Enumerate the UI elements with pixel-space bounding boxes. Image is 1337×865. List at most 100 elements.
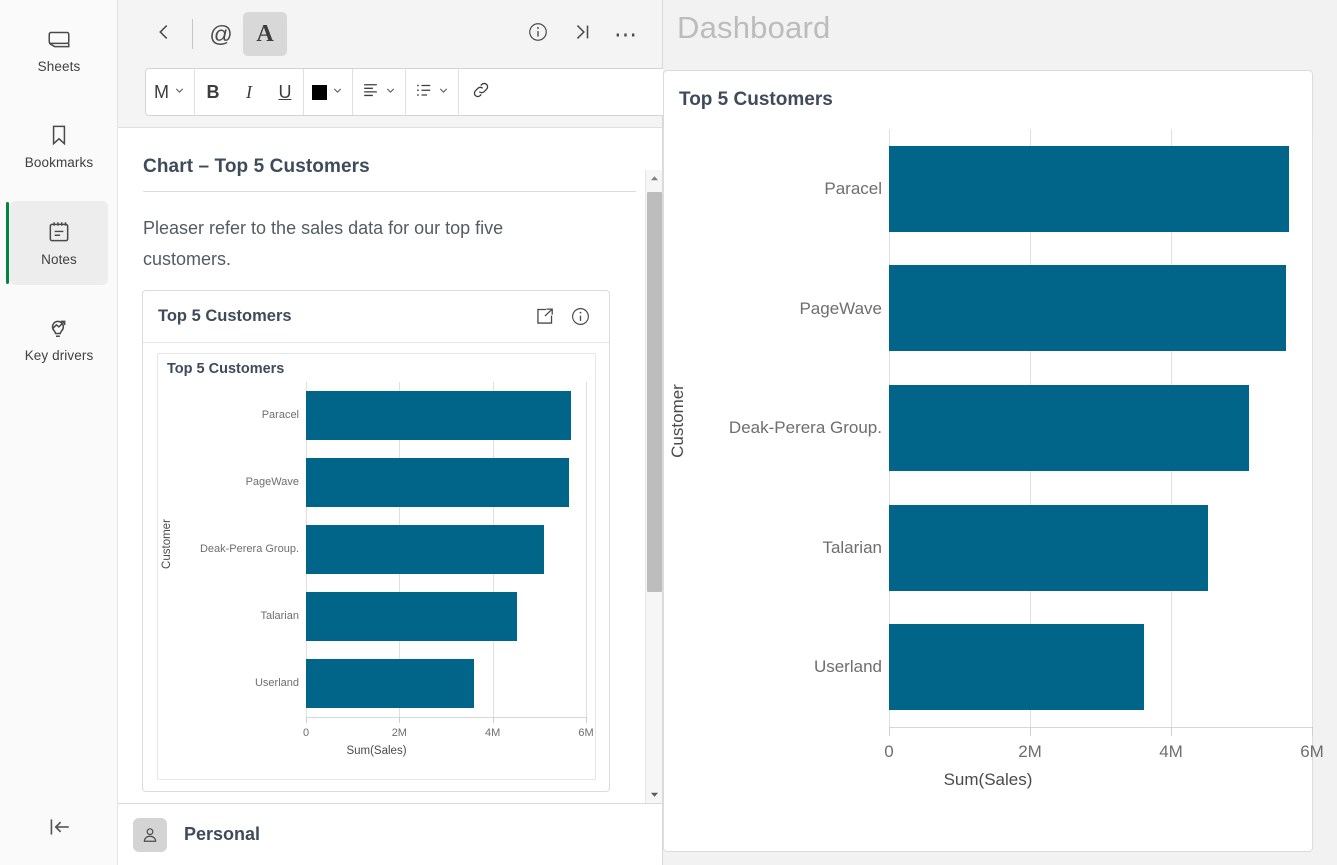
chevron-down-icon bbox=[173, 84, 186, 100]
collapse-right-button[interactable] bbox=[560, 12, 604, 56]
sidebar-item-label: Bookmarks bbox=[24, 155, 94, 170]
text-style-group: B I U bbox=[195, 69, 304, 115]
sidebar-item-label: Notes bbox=[41, 252, 77, 267]
x-tick-mark bbox=[1312, 727, 1313, 736]
collapse-panel-button[interactable] bbox=[10, 807, 108, 851]
category-label: Userland bbox=[254, 677, 299, 690]
dashboard-chart-card[interactable]: Top 5 Customers Paracel PageWave Deak-Pere… bbox=[663, 70, 1324, 852]
underline-label: U bbox=[278, 81, 292, 102]
toolbar-divider bbox=[192, 19, 193, 49]
notes-toolbar-primary-row: @ A ⋯ bbox=[118, 8, 662, 60]
horizontal-bar-chart-large[interactable]: Paracel PageWave Deak-Perera Group. Talaria… bbox=[664, 71, 1324, 851]
category-label: Talarian bbox=[260, 610, 299, 623]
x-tick-label: 4M bbox=[1159, 742, 1183, 761]
left-nav-rail: Sheets Bookmarks Notes Key drivers bbox=[0, 0, 118, 865]
at-mention-icon: @ bbox=[209, 20, 233, 47]
bar[interactable] bbox=[889, 384, 1249, 472]
plot-area bbox=[306, 382, 587, 717]
collapse-right-icon bbox=[571, 21, 593, 48]
info-circle-icon bbox=[527, 21, 549, 48]
category-label: Paracel bbox=[261, 409, 299, 422]
info-circle-icon[interactable] bbox=[565, 302, 595, 332]
chevron-down-icon bbox=[437, 84, 450, 100]
list-group bbox=[406, 69, 459, 115]
bar[interactable] bbox=[306, 592, 518, 641]
back-button[interactable] bbox=[142, 12, 186, 56]
embedded-chart-card[interactable]: Top 5 Customers Top 5 Customers Paracel … bbox=[142, 290, 610, 792]
more-options-button[interactable]: ⋯ bbox=[604, 12, 648, 56]
more-horizontal-icon: ⋯ bbox=[614, 21, 638, 47]
x-tick-mark bbox=[492, 717, 494, 723]
dashboard-panel: Dashboard Top 5 Customers Paracel PageWav… bbox=[663, 0, 1337, 865]
x-tick-label: 0 bbox=[302, 727, 310, 739]
sidebar-item-key-drivers[interactable]: Key drivers bbox=[10, 297, 108, 381]
x-tick-mark bbox=[1030, 727, 1031, 736]
x-tick-mark bbox=[1171, 727, 1172, 736]
category-label: PageWave bbox=[245, 476, 299, 489]
category-label: Paracel bbox=[824, 179, 882, 199]
sheets-icon bbox=[46, 26, 72, 52]
bar[interactable] bbox=[889, 504, 1209, 591]
text-format-toggle-button[interactable]: A bbox=[243, 12, 287, 56]
notes-scrollbar-thumb[interactable] bbox=[647, 192, 662, 592]
bar[interactable] bbox=[306, 659, 475, 708]
x-tick-label: 0 bbox=[884, 742, 894, 761]
x-tick-mark bbox=[586, 717, 587, 723]
user-avatar-icon[interactable] bbox=[133, 817, 167, 852]
notes-scrollbar[interactable] bbox=[645, 170, 662, 803]
insert-link-button[interactable] bbox=[459, 69, 503, 115]
font-size-dropdown[interactable]: M bbox=[146, 69, 194, 115]
underline-button[interactable]: U bbox=[267, 69, 303, 115]
note-content-area[interactable]: Chart – Top 5 Customers Pleaser refer to… bbox=[118, 128, 662, 803]
category-label: Deak-Perera Group. bbox=[728, 418, 882, 438]
mention-button[interactable]: @ bbox=[199, 12, 243, 56]
bookmark-icon bbox=[46, 122, 72, 148]
x-tick-label: 2M bbox=[391, 727, 407, 739]
x-axis-title: Sum(Sales) bbox=[943, 770, 1033, 789]
share-export-icon[interactable] bbox=[529, 302, 559, 332]
text-format-bar: M B I U bbox=[145, 68, 725, 116]
y-axis-title: Customer bbox=[668, 384, 687, 458]
bar[interactable] bbox=[889, 145, 1289, 232]
notes-owner-label: Personal bbox=[184, 824, 261, 844]
sidebar-item-label: Sheets bbox=[37, 59, 81, 74]
text-align-dropdown[interactable] bbox=[353, 69, 405, 115]
key-drivers-icon bbox=[46, 315, 72, 341]
notes-icon bbox=[46, 219, 72, 245]
scroll-up-arrow[interactable] bbox=[646, 170, 662, 187]
category-label: PageWave bbox=[799, 298, 882, 318]
chevron-left-icon bbox=[153, 21, 175, 48]
chevron-down-icon bbox=[384, 84, 397, 100]
note-body-text: Pleaser refer to the sales data for our … bbox=[143, 218, 504, 269]
sidebar-item-sheets[interactable]: Sheets bbox=[10, 8, 108, 92]
sidebar-item-notes[interactable]: Notes bbox=[10, 201, 108, 285]
bar[interactable] bbox=[889, 265, 1286, 352]
italic-button[interactable]: I bbox=[231, 69, 267, 115]
embedded-chart-plot-container: Top 5 Customers Paracel PageWave Deak-Pere… bbox=[157, 353, 596, 780]
bar[interactable] bbox=[306, 458, 569, 507]
x-tick-mark bbox=[889, 727, 890, 736]
bold-label: B bbox=[206, 81, 220, 102]
notes-panel: @ A ⋯ M B I U Chart – Top 5 Customers Pl… bbox=[118, 0, 725, 865]
horizontal-bar-chart-small[interactable]: Paracel PageWave Deak-Perera Group. Talaria… bbox=[158, 354, 595, 779]
align-left-icon bbox=[361, 80, 380, 104]
scroll-down-arrow[interactable] bbox=[646, 786, 662, 803]
chevron-down-icon bbox=[331, 84, 344, 100]
alignment-group bbox=[353, 69, 406, 115]
bar[interactable] bbox=[306, 525, 544, 574]
embedded-chart-header: Top 5 Customers bbox=[143, 291, 609, 343]
sidebar-item-bookmarks[interactable]: Bookmarks bbox=[10, 104, 108, 188]
bold-button[interactable]: B bbox=[195, 69, 231, 115]
collapse-left-icon bbox=[46, 814, 72, 845]
color-swatch-icon bbox=[312, 84, 327, 100]
info-button[interactable] bbox=[516, 12, 560, 56]
bullet-list-dropdown[interactable] bbox=[406, 69, 458, 115]
bar[interactable] bbox=[889, 624, 1144, 711]
x-tick-mark bbox=[399, 717, 401, 723]
plot-area bbox=[889, 129, 1313, 727]
text-color-group bbox=[304, 69, 353, 115]
font-size-group: M bbox=[146, 69, 195, 115]
text-color-dropdown[interactable] bbox=[304, 69, 352, 115]
bar[interactable] bbox=[306, 391, 571, 440]
text-format-icon: A bbox=[256, 20, 274, 47]
